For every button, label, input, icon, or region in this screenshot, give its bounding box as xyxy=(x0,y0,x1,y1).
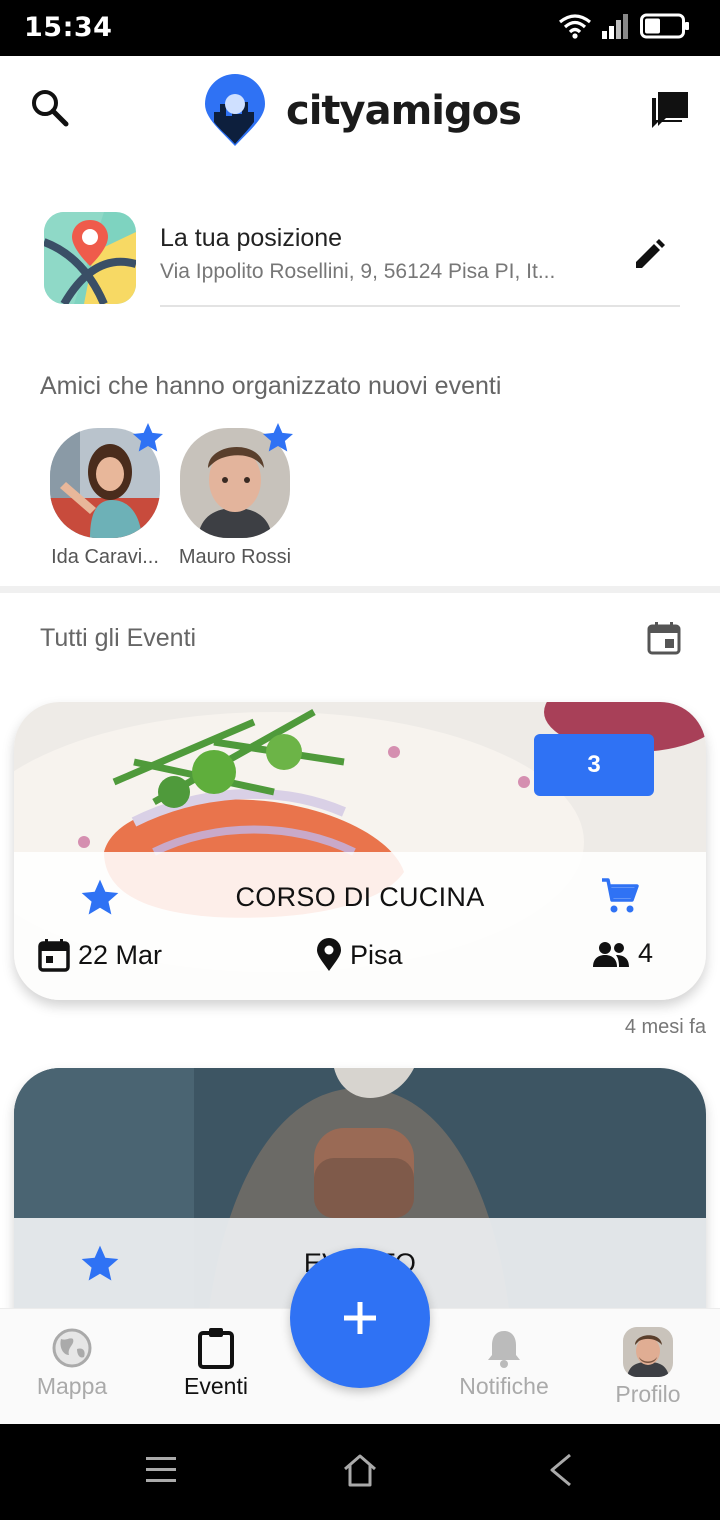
star-icon xyxy=(263,423,293,452)
app-bar: cityamigos xyxy=(0,56,720,166)
wifi-icon xyxy=(559,14,591,39)
event-place: Pisa xyxy=(316,938,403,972)
event-card[interactable]: 3 CORSO DI CUCINA 22 Mar Pisa 4 xyxy=(14,702,706,1000)
app-logo: cityamigos xyxy=(202,74,522,148)
star-icon xyxy=(133,423,163,452)
status-icons xyxy=(558,12,690,40)
calendar-icon[interactable] xyxy=(646,620,682,656)
nav-label: Mappa xyxy=(36,1373,108,1399)
nav-label: Eventi xyxy=(184,1373,248,1399)
search-icon[interactable] xyxy=(28,86,72,130)
people-icon xyxy=(593,941,629,967)
friend-item[interactable]: Ida Caravi... xyxy=(40,423,170,569)
event-participants: 4 xyxy=(592,938,653,969)
signal-icon xyxy=(602,14,628,39)
location-underline xyxy=(160,305,680,307)
event-date: 22 Mar xyxy=(38,938,162,972)
plus-icon xyxy=(344,1302,376,1334)
clipboard-icon xyxy=(198,1328,234,1369)
menu-icon[interactable] xyxy=(144,1452,178,1486)
location-title: La tua posizione xyxy=(160,224,343,252)
cart-icon[interactable] xyxy=(600,876,640,916)
status-bar: 15:34 xyxy=(0,0,720,56)
friend-name: Mauro Rossi xyxy=(178,546,292,568)
location-pin-icon xyxy=(317,938,341,971)
friends-section-title: Amici che hanno organizzato nuovi eventi xyxy=(40,372,502,400)
friend-name: Ida Caravi... xyxy=(51,546,159,568)
friend-item[interactable]: Mauro Rossi xyxy=(170,423,300,569)
add-event-button[interactable] xyxy=(290,1248,430,1388)
event-info-panel: CORSO DI CUCINA 22 Mar Pisa 4 xyxy=(14,852,706,1000)
battery-icon xyxy=(640,13,689,39)
brand-name: cityamigos xyxy=(286,88,522,134)
home-icon[interactable] xyxy=(342,1452,378,1488)
nav-item-profilo[interactable]: Profilo xyxy=(578,1327,718,1408)
nav-item-eventi[interactable]: Eventi xyxy=(146,1327,286,1400)
nav-item-notifiche[interactable]: Notifiche xyxy=(434,1327,574,1400)
chat-icon[interactable] xyxy=(648,88,692,132)
nav-item-mappa[interactable]: Mappa xyxy=(2,1327,142,1400)
nav-label: Profilo xyxy=(615,1381,681,1407)
city-pin-icon xyxy=(205,74,265,146)
bell-icon xyxy=(488,1331,520,1368)
event-date-text: 22 Mar xyxy=(78,939,163,970)
back-icon[interactable] xyxy=(546,1452,576,1488)
avatar xyxy=(623,1327,673,1377)
nav-label: Notifiche xyxy=(459,1373,549,1399)
event-time-ago: 4 mesi fa xyxy=(624,1016,706,1038)
section-divider xyxy=(0,586,720,593)
event-participants-count: 4 xyxy=(638,938,654,968)
system-navigation-bar xyxy=(0,1424,720,1520)
events-section-title: Tutti gli Eventi xyxy=(40,624,197,652)
globe-icon xyxy=(52,1328,92,1368)
calendar-icon xyxy=(38,939,70,972)
event-badge: 3 xyxy=(534,734,654,796)
location-row[interactable]: La tua posizione Via Ippolito Rosellini,… xyxy=(44,212,680,308)
edit-pencil-icon[interactable] xyxy=(632,238,666,272)
map-pin-icon xyxy=(44,212,136,304)
location-address: Via Ippolito Rosellini, 9, 56124 Pisa PI… xyxy=(160,260,556,283)
status-time: 15:34 xyxy=(24,12,113,43)
event-place-text: Pisa xyxy=(350,939,403,970)
